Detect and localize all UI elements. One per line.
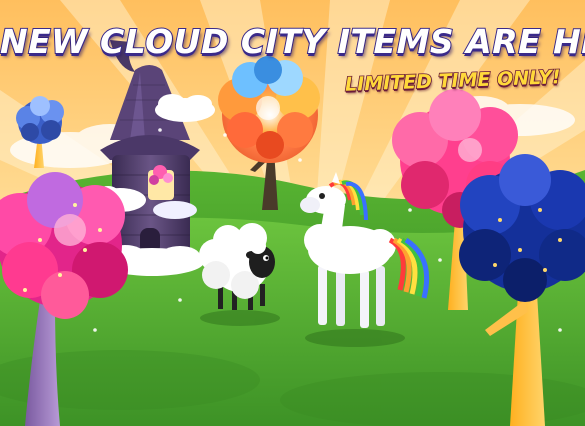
- headline-text: NEW CLOUD CITY ITEMS ARE HERE!: [0, 21, 585, 62]
- farm-scene-artwork: [0, 0, 585, 426]
- cloud-city-promo-banner: NEW CLOUD CITY ITEMS ARE HERE! LIMITED T…: [0, 0, 585, 426]
